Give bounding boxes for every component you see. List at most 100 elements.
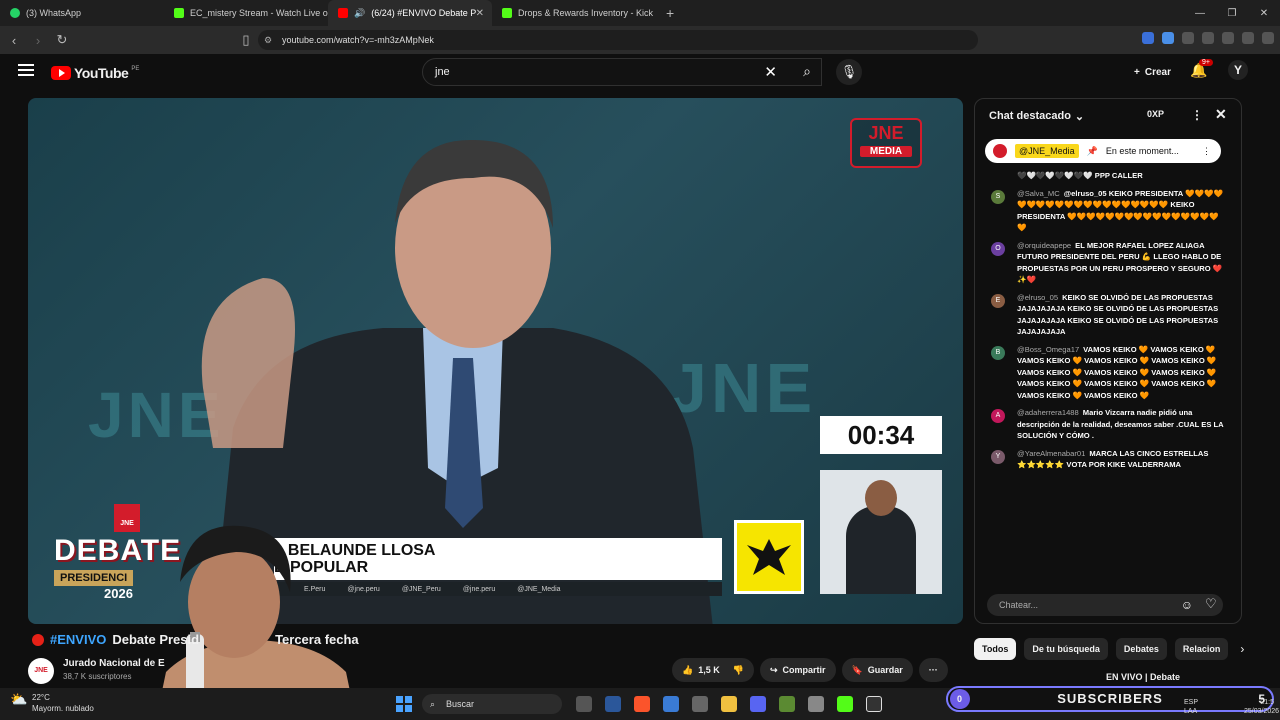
video-actions: 👍 1,5 K 👎 ↪ Compartir 🔖 Guardar ··· — [672, 658, 948, 682]
menu-icon[interactable] — [1262, 32, 1274, 44]
chat-avatar[interactable]: E — [991, 293, 1005, 308]
music-icon[interactable] — [1222, 32, 1234, 44]
message-author[interactable]: @adaherrera1488 — [1017, 408, 1079, 417]
wallet-icon[interactable] — [1242, 32, 1254, 44]
share-button[interactable]: ↪ Compartir — [759, 658, 836, 682]
chat-placeholder: Chatear... — [999, 600, 1039, 610]
bookmark-icon[interactable]: ▯ — [236, 32, 256, 48]
live-hashtag[interactable]: #ENVIVO — [50, 632, 106, 647]
channel-points[interactable]: 0XP — [1147, 109, 1164, 119]
puzzle-icon[interactable] — [1182, 32, 1194, 44]
pinned-more-icon[interactable]: ⋮ — [1202, 146, 1211, 157]
chat-avatar[interactable]: O — [991, 241, 1005, 256]
minecraft-icon[interactable] — [779, 696, 795, 712]
pinned-author: @JNE_Media — [1015, 144, 1079, 158]
youtube-header: YouTube PE jne ✕ ⌕ 🎙 + Crear 🔔 9+ Y — [0, 54, 1280, 90]
hamburger-menu-icon[interactable] — [18, 64, 34, 78]
weather-widget[interactable]: ⛅ 22°C Mayorm. nublado — [10, 692, 94, 714]
tab-youtube[interactable]: 🔊 (6/24) #ENVIVO Debate P ✕ — [328, 0, 492, 26]
chat-avatar[interactable]: Y — [991, 449, 1005, 464]
app-icon[interactable] — [663, 696, 679, 712]
message-author[interactable]: @YareAlmenabar01 — [1017, 449, 1085, 458]
site-info-icon[interactable]: ⚙ — [264, 35, 272, 46]
handle: @JNE_Peru — [401, 585, 441, 593]
windows-start-icon[interactable] — [396, 696, 412, 712]
chevron-right-icon[interactable]: › — [1240, 642, 1244, 656]
chat-mode-dropdown[interactable]: Chat destacado — [989, 110, 1071, 122]
youtube-icon — [338, 8, 348, 18]
channel-avatar[interactable]: JNE — [28, 658, 54, 684]
pinned-text: En este moment... — [1105, 146, 1179, 156]
extension-icon[interactable] — [1142, 32, 1154, 44]
system-clock[interactable]: 21:5 25/03/2026 — [1244, 698, 1279, 716]
chip-related[interactable]: Relacion — [1174, 638, 1229, 660]
logo-text: YouTube — [74, 65, 129, 81]
sidebar-icon[interactable] — [1202, 32, 1214, 44]
forward-button[interactable]: › — [28, 33, 48, 48]
chat-avatar[interactable]: S — [991, 189, 1005, 204]
chip-all[interactable]: Todos — [974, 638, 1017, 660]
heart-reaction-icon[interactable]: ♡ — [1205, 596, 1217, 612]
tab-kick-stream[interactable]: EC_mistery Stream - Watch Live on K — [164, 0, 328, 26]
save-button[interactable]: 🔖 Guardar — [841, 658, 913, 682]
tab-label: (3) WhatsApp — [26, 8, 82, 18]
app-icon[interactable] — [692, 696, 708, 712]
message-author[interactable]: @orquideapepe — [1017, 241, 1071, 250]
chip-debates[interactable]: Debates — [1115, 638, 1167, 660]
youtube-logo[interactable]: YouTube PE — [51, 65, 139, 81]
chevron-down-icon[interactable]: ⌄ — [1075, 110, 1084, 123]
chat-input[interactable]: Chatear... ☺ — [987, 594, 1223, 616]
tab-kick-drops[interactable]: Drops & Rewards Inventory - Kick St — [492, 0, 656, 26]
extension-icon[interactable] — [1162, 32, 1174, 44]
message-author[interactable]: @Boss_Omega17 — [1017, 345, 1079, 354]
clear-search-icon[interactable]: ✕ — [764, 63, 777, 81]
close-window-button[interactable]: ✕ — [1248, 8, 1280, 19]
voice-search-icon[interactable]: 🎙 — [836, 59, 862, 85]
discord-icon[interactable] — [750, 696, 766, 712]
window-controls: — ❐ ✕ — [1184, 0, 1280, 26]
clock-time: 21:5 — [1260, 699, 1274, 706]
close-chat-icon[interactable]: ✕ — [1215, 106, 1227, 123]
close-tab-icon[interactable]: ✕ — [476, 8, 484, 19]
tab-label: (6/24) #ENVIVO Debate P — [371, 8, 477, 18]
tab-whatsapp[interactable]: (3) WhatsApp — [0, 0, 164, 26]
like-button[interactable]: 👍 1,5 K 👎 — [672, 658, 754, 682]
channel-name[interactable]: Jurado Nacional de E — [63, 658, 165, 669]
handle: @jne.peru — [462, 585, 496, 593]
pinned-message[interactable]: @JNE_Media 📌 En este moment... ⋮ — [985, 139, 1221, 163]
word-icon[interactable] — [605, 696, 621, 712]
language-indicator[interactable]: ESP LAA — [1184, 698, 1198, 716]
brave-icon[interactable] — [634, 696, 650, 712]
chat-avatar[interactable]: B — [991, 345, 1005, 360]
chat-more-icon[interactable]: ⋮ — [1191, 108, 1203, 122]
taskbar-search[interactable]: ⌕ Buscar — [422, 694, 562, 714]
task-view-icon[interactable] — [576, 696, 592, 712]
chip-from-search[interactable]: De tu búsqueda — [1024, 638, 1108, 660]
message-author[interactable]: @Salva_MC — [1017, 189, 1060, 198]
thumbs-down-icon[interactable]: 👎 — [733, 665, 744, 676]
create-button[interactable]: + Crear — [1124, 60, 1181, 84]
account-avatar[interactable]: Y — [1228, 60, 1248, 80]
message-author[interactable]: @elruso_05 — [1017, 293, 1058, 302]
search-icon[interactable]: ⌕ — [803, 63, 811, 80]
search-input[interactable]: jne ✕ ⌕ — [422, 58, 822, 86]
app-icon[interactable] — [866, 696, 882, 712]
url-field[interactable]: ⚙ youtube.com/watch?v=-mh3zAMpNek — [258, 30, 978, 50]
more-actions-button[interactable]: ··· — [918, 658, 948, 682]
emoji-icon[interactable]: ☺ — [1181, 594, 1193, 616]
browser-tab-bar: (3) WhatsApp EC_mistery Stream - Watch L… — [0, 0, 1280, 26]
save-label: Guardar — [867, 665, 903, 675]
app-icon[interactable] — [808, 696, 824, 712]
reload-button[interactable]: ↻ — [52, 32, 72, 48]
back-button[interactable]: ‹ — [4, 33, 24, 48]
new-tab-button[interactable]: + — [656, 5, 684, 21]
kick-icon[interactable] — [837, 696, 853, 712]
chat-avatar[interactable]: A — [991, 409, 1005, 423]
minimize-button[interactable]: — — [1184, 8, 1216, 19]
audio-icon: 🔊 — [354, 7, 366, 18]
lang-layout: LAA — [1184, 708, 1198, 715]
notification-badge: 9+ — [1199, 59, 1213, 66]
maximize-button[interactable]: ❐ — [1216, 8, 1248, 19]
search-value: jne — [435, 66, 450, 78]
file-explorer-icon[interactable] — [721, 696, 737, 712]
